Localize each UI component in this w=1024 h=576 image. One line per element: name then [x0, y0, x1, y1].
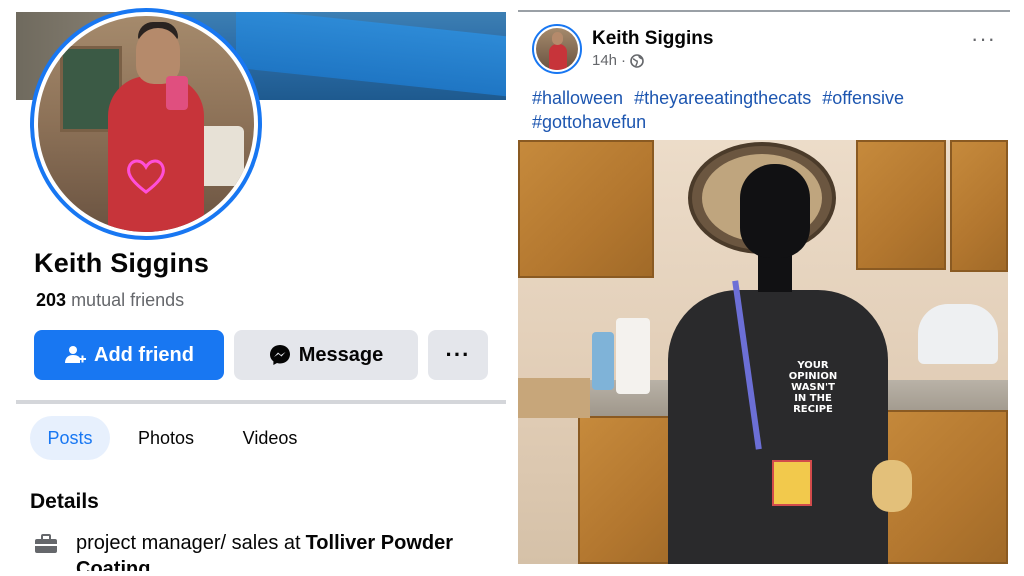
avatar-phone	[166, 76, 188, 110]
apron-text: YOUR OPINION WASN'T IN THE RECIPE	[788, 360, 838, 415]
tab-posts[interactable]: Posts	[30, 416, 110, 460]
box-on-counter	[518, 378, 590, 418]
post-meta: 14h ·	[592, 52, 644, 69]
hashtag-link[interactable]: #halloween	[532, 88, 623, 108]
person-head	[740, 164, 810, 258]
mutual-label: mutual friends	[71, 290, 185, 310]
meta-separator-dot: ·	[621, 52, 627, 69]
post-avatar-image	[536, 28, 578, 70]
more-options-button[interactable]: ···	[428, 330, 488, 380]
section-divider	[16, 400, 506, 404]
post-avatar-head	[552, 32, 563, 45]
neon-heart-icon	[127, 159, 165, 194]
work-company[interactable]: Tolliver Powder	[306, 532, 453, 555]
work-detail: project manager/ sales at Tolliver Powde…	[34, 532, 453, 555]
details-heading: Details	[30, 490, 99, 513]
profile-name: Keith Siggins	[34, 248, 210, 278]
work-text: project manager/ sales at	[76, 532, 301, 554]
cover-pool	[236, 12, 506, 97]
dish-rack	[918, 304, 998, 364]
message-button[interactable]: Message	[234, 330, 418, 380]
paper-towel-roll	[616, 318, 650, 394]
hashtag-link[interactable]: #theyareeatingthecats	[634, 88, 811, 108]
add-person-icon	[64, 344, 86, 366]
briefcase-icon	[35, 533, 57, 553]
profile-panel: Keith Siggins 203 mutual friends Add fri…	[0, 0, 512, 576]
globe-icon	[630, 53, 644, 68]
post-time[interactable]: 14h	[592, 52, 617, 69]
messenger-icon	[269, 344, 291, 366]
post-author-avatar[interactable]	[532, 24, 582, 74]
post-hashtags: #halloween #theyareeatingthecats #offens…	[532, 86, 1002, 134]
kitchen-cabinet	[856, 140, 946, 270]
add-friend-label: Add friend	[94, 343, 194, 366]
avatar-body	[108, 76, 204, 232]
mutual-friends[interactable]: 203 mutual friends	[36, 290, 184, 311]
tab-photos[interactable]: Photos	[126, 416, 206, 460]
post-panel: Keith Siggins 14h · ··· #halloween #they…	[512, 0, 1024, 576]
add-friend-button[interactable]: Add friend	[34, 330, 224, 380]
flag-badge	[772, 460, 812, 506]
mutual-count: 203	[36, 290, 67, 310]
hashtag-link[interactable]: #gottohavefun	[532, 112, 646, 132]
hashtag-link[interactable]: #offensive	[822, 88, 904, 108]
work-company-continued[interactable]: Coating	[76, 558, 150, 571]
water-bottle	[592, 332, 614, 390]
person-body	[668, 290, 888, 564]
post-more-button[interactable]: ···	[971, 26, 996, 52]
profile-avatar[interactable]	[30, 8, 262, 240]
message-label: Message	[298, 343, 384, 366]
kitchen-cabinet	[518, 140, 654, 278]
profile-avatar-image	[38, 16, 254, 232]
post-author-name[interactable]: Keith Siggins	[592, 28, 713, 50]
post-avatar-body	[549, 44, 567, 70]
post-photo[interactable]: YOUR OPINION WASN'T IN THE RECIPE	[518, 140, 1008, 564]
kitchen-cabinet	[950, 140, 1008, 272]
tab-videos[interactable]: Videos	[230, 416, 310, 460]
person-neck	[758, 252, 792, 292]
post-top-border	[518, 10, 1010, 12]
cat-plush	[872, 460, 912, 512]
